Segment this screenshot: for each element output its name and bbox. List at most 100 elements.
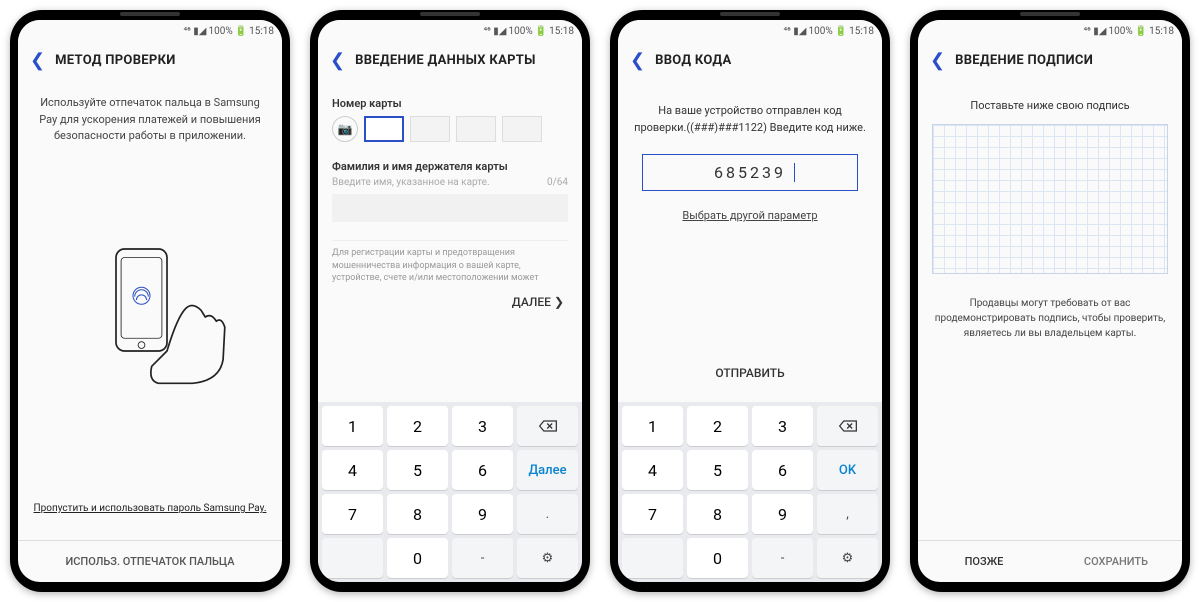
fingerprint-diagram [32,155,268,481]
back-icon[interactable]: ❮ [630,50,645,71]
key-5[interactable]: 5 [387,450,448,490]
screen-3: ⁴⁶ ▮◢ 100% 🔋 15:18 ❮ ВВОД КОДА На ваше у… [618,20,882,582]
key-1[interactable]: 1 [622,406,683,446]
key-backspace[interactable] [517,406,578,446]
card-segment-2[interactable] [410,116,450,142]
signature-message: Поставьте ниже свою подпись [932,99,1168,112]
status-bar: ⁴⁶ ▮◢ 100% 🔋 15:18 [618,20,882,42]
cardholder-counter: 0/64 [547,177,568,188]
content: Поставьте ниже свою подпись Продавцы мог… [918,81,1182,540]
key-8[interactable]: 8 [387,494,448,534]
next-button[interactable]: ДАЛЕЕ ❯ [332,285,568,319]
header: ❮ ВВОД КОДА [618,42,882,81]
header: ❮ МЕТОД ПРОВЕРКИ [18,42,282,81]
page-title: ВВЕДЕНИЕ ДАННЫХ КАРТЫ [355,53,536,68]
key-7[interactable]: 7 [622,494,683,534]
cardholder-label: Фамилия и имя держателя карты [332,160,568,173]
key-dot[interactable]: . [517,494,578,534]
numeric-keypad: 1 2 3 4 5 6 OK 7 8 9 , 0 - ⚙ [618,402,882,582]
key-2[interactable]: 2 [387,406,448,446]
content: Используйте отпечаток пальца в Samsung P… [18,81,282,540]
header: ❮ ВВЕДЕНИЕ ДАННЫХ КАРТЫ [318,42,582,81]
later-button[interactable]: ПОЗЖЕ [918,541,1050,582]
key-backspace[interactable] [817,406,878,446]
screen-2: ⁴⁶ ▮◢ 100% 🔋 15:18 ❮ ВВЕДЕНИЕ ДАННЫХ КАР… [318,20,582,582]
phone-3: ⁴⁶ ▮◢ 100% 🔋 15:18 ❮ ВВОД КОДА На ваше у… [610,10,890,592]
key-next[interactable]: Далее [517,450,578,490]
back-icon[interactable]: ❮ [930,50,945,71]
backspace-icon [838,419,858,433]
screen-1: ⁴⁶ ▮◢ 100% 🔋 15:18 ❮ МЕТОД ПРОВЕРКИ Испо… [18,20,282,582]
time-text: 15:18 [549,26,574,37]
signature-pad[interactable] [932,124,1168,274]
skip-link[interactable]: Пропустить и использовать пароль Samsung… [32,502,268,516]
back-icon[interactable]: ❮ [30,50,45,71]
key-6[interactable]: 6 [752,450,813,490]
phone-2: ⁴⁶ ▮◢ 100% 🔋 15:18 ❮ ВВЕДЕНИЕ ДАННЫХ КАР… [310,10,590,592]
signal-icon: ⁴⁶ ▮◢ [183,26,206,37]
key-1[interactable]: 1 [322,406,383,446]
camera-icon: 📷 [338,122,353,136]
battery-text: 100% [808,26,832,37]
status-bar: ⁴⁶ ▮◢ 100% 🔋 15:18 [918,20,1182,42]
key-8[interactable]: 8 [687,494,748,534]
code-message: На ваше устройство отправлен код проверк… [632,103,868,136]
key-ok[interactable]: OK [817,450,878,490]
card-segment-4[interactable] [502,116,542,142]
gear-icon: ⚙ [542,551,554,566]
cardholder-input[interactable] [332,194,568,222]
content: На ваше устройство отправлен код проверк… [618,81,882,402]
key-settings[interactable]: ⚙ [517,538,578,578]
key-6[interactable]: 6 [452,450,513,490]
key-4[interactable]: 4 [322,450,383,490]
time-text: 15:18 [849,26,874,37]
key-9[interactable]: 9 [452,494,513,534]
time-text: 15:18 [1149,26,1174,37]
time-text: 15:18 [249,26,274,37]
fingerprint-icon [133,288,150,305]
use-fingerprint-button[interactable]: ИСПОЛЬЗ. ОТПЕЧАТОК ПАЛЬЦА [18,540,282,582]
cardholder-hint-row: Введите имя, указанное на карте. 0/64 [332,173,568,190]
back-icon[interactable]: ❮ [330,50,345,71]
code-input[interactable]: 685239 [642,154,858,191]
gear-icon: ⚙ [842,551,854,566]
key-blank[interactable] [622,538,683,578]
key-9[interactable]: 9 [752,494,813,534]
battery-text: 100% [1108,26,1132,37]
phone-4: ⁴⁶ ▮◢ 100% 🔋 15:18 ❮ ВВЕДЕНИЕ ПОДПИСИ По… [910,10,1190,592]
signature-note: Продавцы могут требовать от вас продемон… [932,296,1168,341]
content: Номер карты 📷 Фамилия и имя держателя ка… [318,81,582,402]
card-segment-3[interactable] [456,116,496,142]
screen-4: ⁴⁶ ▮◢ 100% 🔋 15:18 ❮ ВВЕДЕНИЕ ПОДПИСИ По… [918,20,1182,582]
numeric-keypad: 1 2 3 4 5 6 Далее 7 8 9 . 0 - ⚙ [318,402,582,582]
key-blank[interactable] [322,538,383,578]
battery-text: 100% [508,26,532,37]
key-dash[interactable]: - [452,538,513,578]
key-4[interactable]: 4 [622,450,683,490]
card-number-row: 📷 [332,116,568,142]
key-comma[interactable]: , [817,494,878,534]
key-2[interactable]: 2 [687,406,748,446]
camera-button[interactable]: 📷 [332,116,358,142]
signal-icon: ⁴⁶ ▮◢ [1083,26,1106,37]
fingerprint-message: Используйте отпечаток пальца в Samsung P… [32,95,268,145]
card-number-label: Номер карты [332,97,568,110]
key-0[interactable]: 0 [687,538,748,578]
send-button[interactable]: ОТПРАВИТЬ [632,352,868,394]
card-segment-1[interactable] [364,116,404,142]
choose-other-link[interactable]: Выбрать другой параметр [632,209,868,222]
phone-1: ⁴⁶ ▮◢ 100% 🔋 15:18 ❮ МЕТОД ПРОВЕРКИ Испо… [10,10,290,592]
status-bar: ⁴⁶ ▮◢ 100% 🔋 15:18 [18,20,282,42]
key-5[interactable]: 5 [687,450,748,490]
key-0[interactable]: 0 [387,538,448,578]
key-3[interactable]: 3 [452,406,513,446]
battery-text: 100% [208,26,232,37]
key-settings[interactable]: ⚙ [817,538,878,578]
footer: ПОЗЖЕ СОХРАНИТЬ [918,540,1182,582]
key-3[interactable]: 3 [752,406,813,446]
header: ❮ ВВЕДЕНИЕ ПОДПИСИ [918,42,1182,81]
key-dash[interactable]: - [752,538,813,578]
key-7[interactable]: 7 [322,494,383,534]
save-button[interactable]: СОХРАНИТЬ [1050,541,1182,582]
disclaimer-text: Для регистрации карты и предотвращения м… [332,240,568,285]
